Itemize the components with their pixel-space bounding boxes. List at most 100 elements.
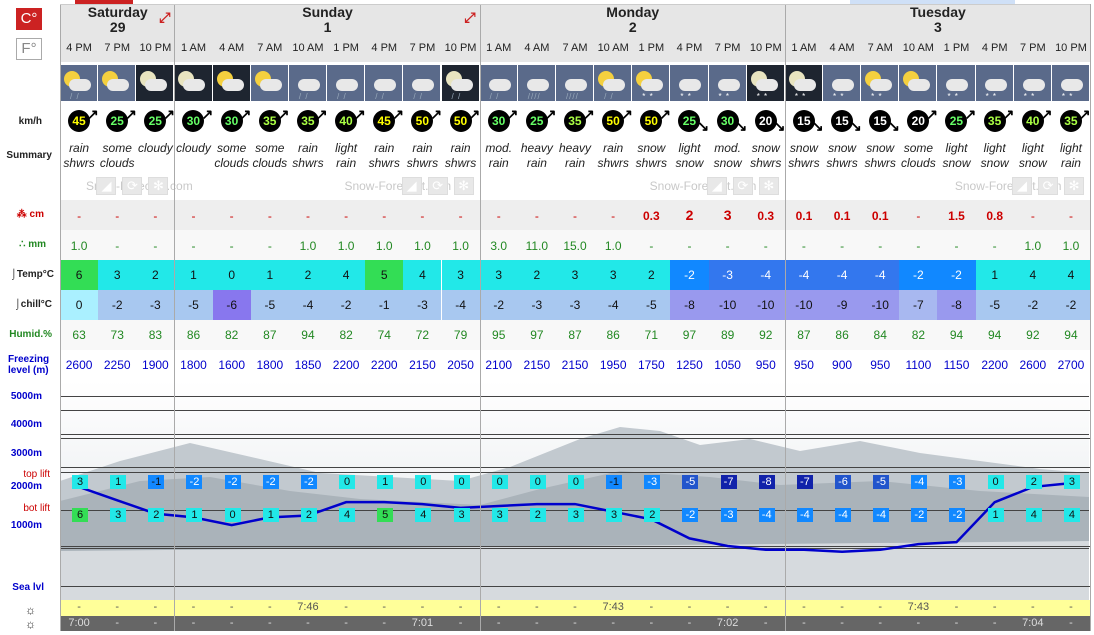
sunset-cell: - bbox=[802, 617, 806, 629]
summary-line1: heavy bbox=[520, 141, 553, 155]
wind-direction-arrow-icon: ↘ bbox=[850, 118, 862, 134]
wind-direction-arrow-icon: ↗ bbox=[1040, 106, 1053, 122]
summary-line2: shwrs bbox=[788, 156, 820, 170]
sunset-cell: - bbox=[191, 617, 196, 629]
snowflakes: * * bbox=[1023, 92, 1036, 101]
temp-cell: -4 bbox=[861, 260, 900, 290]
summary-line2: shwrs bbox=[368, 156, 400, 170]
ski-slope-icon[interactable]: ◢ bbox=[1012, 177, 1033, 195]
wind-direction-arrow-icon: ↗ bbox=[582, 106, 595, 122]
expand-icon[interactable]: ⤢ bbox=[159, 10, 170, 25]
chill-cell: 0 bbox=[60, 290, 99, 320]
day-header-sunday[interactable]: Sunday 1 ⤢ bbox=[174, 4, 480, 38]
time-cell: 4 AM bbox=[829, 42, 855, 54]
snowflake-icon[interactable]: ✻ bbox=[148, 177, 169, 195]
snow-label: ⁂ cm bbox=[0, 209, 44, 220]
sun-cloud-night-icon bbox=[212, 65, 251, 101]
cloud-shape bbox=[793, 79, 816, 91]
chill-cell: -8 bbox=[670, 290, 709, 320]
day-date: 1 bbox=[323, 19, 332, 35]
sunrise-cell: - bbox=[573, 601, 577, 613]
time-cell: 1 AM bbox=[791, 42, 817, 54]
bottom-lift-temp: 0 bbox=[224, 508, 241, 522]
cloud-rain-icon: / / bbox=[327, 65, 366, 101]
sunset-cell: - bbox=[954, 617, 959, 629]
summary-line1: cloudy bbox=[176, 141, 211, 155]
altitude-gridline bbox=[60, 410, 1091, 411]
bottom-lift-temp: 2 bbox=[300, 508, 317, 522]
day-header-tuesday[interactable]: Tuesday 3 bbox=[784, 4, 1091, 38]
cloud-shape bbox=[412, 79, 435, 91]
rain-cell: - bbox=[191, 239, 196, 253]
cloud-rain-icon: / / bbox=[288, 65, 328, 101]
bottom-lift-temp: 4 bbox=[1063, 508, 1080, 522]
cloud-night-icon bbox=[136, 65, 175, 101]
humidity-cell: 86 bbox=[186, 328, 201, 342]
snowflake-icon[interactable]: ✻ bbox=[453, 177, 474, 195]
chill-cell: -3 bbox=[555, 290, 595, 320]
top-lift-temp: -7 bbox=[796, 475, 813, 489]
sunset-cell: - bbox=[267, 617, 272, 629]
ski-slope-icon[interactable]: ◢ bbox=[96, 177, 117, 195]
refresh-icon[interactable]: ⟳ bbox=[1038, 177, 1059, 195]
temp-cell: 0 bbox=[212, 260, 251, 290]
sunset-cell: - bbox=[1069, 617, 1073, 629]
summary-label: Summary bbox=[6, 150, 52, 161]
summary-line1: mod. bbox=[714, 141, 741, 155]
snowflakes: * * bbox=[1061, 92, 1074, 101]
summary-line1: some bbox=[216, 141, 247, 155]
wind-direction-arrow-icon: ↗ bbox=[621, 106, 633, 122]
freezing-level-cell: 1800 bbox=[256, 358, 284, 372]
top-lift-temp: 1 bbox=[110, 475, 127, 489]
temp-cell: 2 bbox=[632, 260, 671, 290]
ski-slope-icon[interactable]: ◢ bbox=[401, 177, 422, 195]
top-lift-temp: 0 bbox=[339, 475, 356, 489]
humidity-cell: 86 bbox=[606, 328, 620, 342]
temp-cell: -2 bbox=[937, 260, 976, 290]
refresh-icon[interactable]: ⟳ bbox=[732, 177, 753, 195]
ski-slope-icon[interactable]: ◢ bbox=[706, 177, 727, 195]
expand-icon[interactable]: ⤢ bbox=[464, 10, 475, 25]
sunset-cell: 7:02 bbox=[716, 617, 739, 629]
celsius-button[interactable]: C° bbox=[16, 8, 42, 30]
sun-cloud-rain-icon: / / bbox=[594, 65, 633, 101]
summary-line1: rain bbox=[69, 141, 90, 155]
freezing-level-cell: 950 bbox=[793, 358, 814, 372]
snowflakes: * * bbox=[871, 92, 883, 101]
sunset-cell: 7:01 bbox=[411, 617, 434, 629]
sunrise-cell: - bbox=[763, 601, 768, 613]
summary-line2: snow bbox=[1018, 156, 1047, 170]
cloud-shape bbox=[908, 79, 931, 91]
humidity-cell: 73 bbox=[110, 328, 124, 342]
freezing-level-cell: 1600 bbox=[218, 358, 246, 372]
day-header-monday[interactable]: Monday 2 bbox=[479, 4, 785, 38]
refresh-icon[interactable]: ⟳ bbox=[122, 177, 143, 195]
chill-cell: -5 bbox=[632, 290, 671, 320]
day-header-saturday[interactable]: Saturday 29 ⤢ bbox=[60, 4, 175, 38]
summary-line2: snow bbox=[675, 156, 704, 170]
snowflake-icon[interactable]: ✻ bbox=[758, 177, 779, 195]
top-lift-temp: 0 bbox=[987, 475, 1004, 489]
top-lift-temp: -3 bbox=[949, 475, 966, 489]
fahrenheit-button[interactable]: F° bbox=[16, 38, 42, 60]
snow-cell: - bbox=[1030, 209, 1035, 223]
time-cell: 10 AM bbox=[902, 42, 934, 54]
bottom-lift-temp: 5 bbox=[377, 508, 394, 522]
sun-cloud-icon bbox=[899, 65, 938, 101]
sunset-cell: - bbox=[535, 617, 539, 629]
wind-direction-arrow-icon: ↗ bbox=[430, 106, 443, 122]
chill-cell: -10 bbox=[708, 290, 747, 320]
snowflake-icon[interactable]: ✻ bbox=[1064, 177, 1085, 195]
bottom-lift-temp: 3 bbox=[453, 508, 470, 522]
snow-cell: - bbox=[382, 209, 387, 223]
table-border bbox=[60, 4, 1091, 5]
summary-line1: light bbox=[1021, 141, 1044, 155]
cloud-rain-icon: / / bbox=[365, 65, 404, 101]
time-cell: 10 PM bbox=[749, 42, 782, 54]
sunset-cell: - bbox=[992, 617, 997, 629]
snow-cell: 1.5 bbox=[948, 209, 965, 223]
refresh-icon[interactable]: ⟳ bbox=[427, 177, 448, 195]
bottom-lift-temp: 2 bbox=[644, 508, 661, 522]
snow-cell: - bbox=[153, 209, 158, 223]
chill-cell: -6 bbox=[212, 290, 251, 320]
